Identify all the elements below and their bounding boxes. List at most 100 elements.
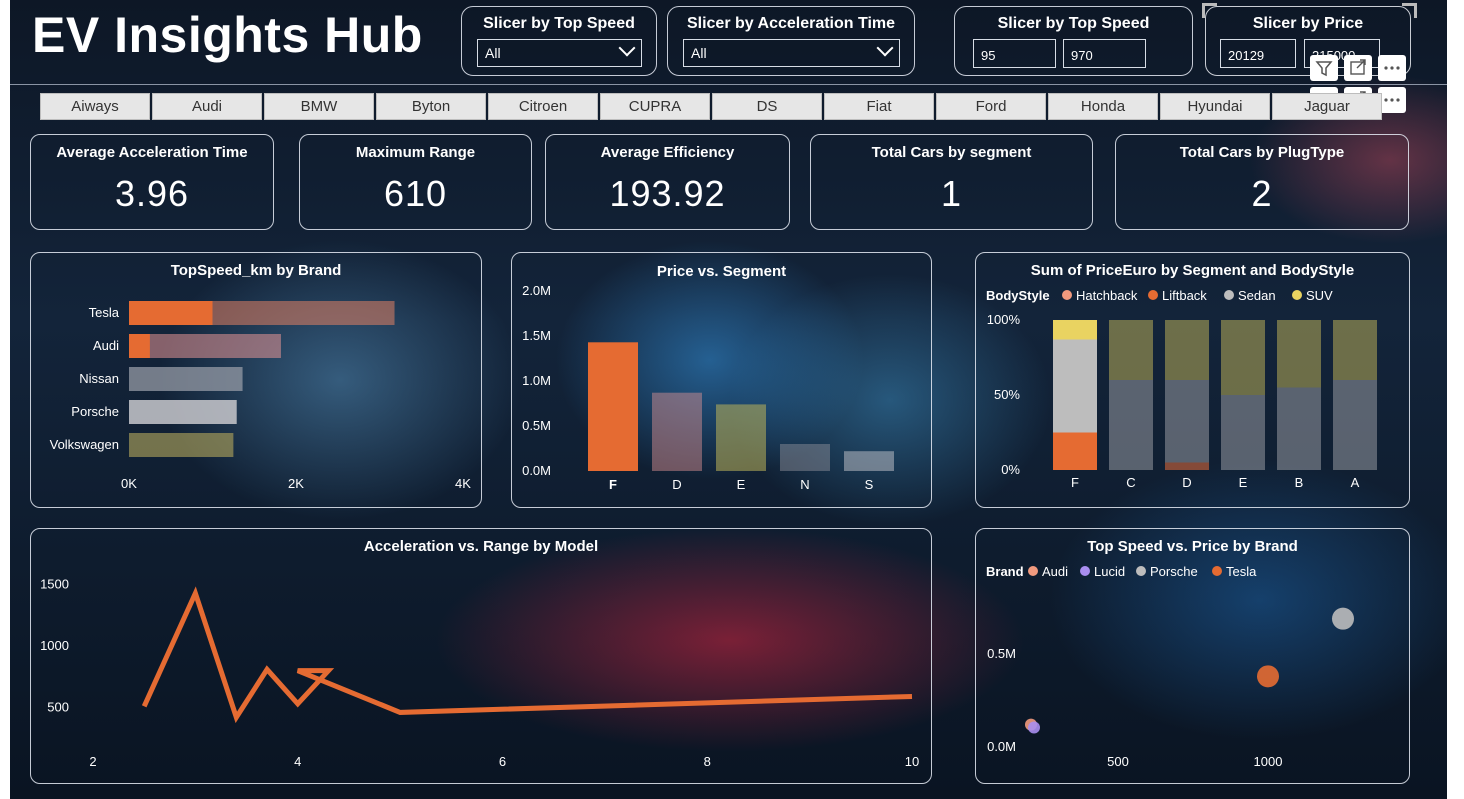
- bar: [129, 367, 243, 391]
- top-speed-min-input[interactable]: 95: [973, 39, 1056, 68]
- legend-marker: [1212, 566, 1222, 576]
- category-label: Nissan: [79, 371, 119, 386]
- slicer-title: Slicer by Top Speed: [997, 15, 1150, 32]
- legend-label: SUV: [1306, 288, 1333, 303]
- bar-segment: [1053, 432, 1097, 470]
- tab-brand[interactable]: Ford: [936, 93, 1046, 120]
- bar: [716, 404, 766, 471]
- tab-brand[interactable]: Byton: [376, 93, 486, 120]
- tab-brand[interactable]: CUPRA: [600, 93, 710, 120]
- tab-brand[interactable]: Citroen: [488, 93, 598, 120]
- bar-segment: [1333, 380, 1377, 470]
- bar: [844, 451, 894, 471]
- x-tick-label: 1000: [1254, 754, 1283, 769]
- legend-label: Hatchback: [1076, 288, 1138, 303]
- legend-marker: [1062, 290, 1072, 300]
- x-tick-label: E: [737, 477, 746, 492]
- tab-brand[interactable]: Hyundai: [1160, 93, 1270, 120]
- slicer-title: Slicer by Acceleration Time: [686, 15, 896, 32]
- chart-svg: 500 1000 1500 2 4 6 8 10: [40, 576, 919, 769]
- bar: [652, 392, 702, 471]
- tab-brand[interactable]: Aiways: [40, 93, 150, 120]
- bar-segment: [1109, 320, 1153, 380]
- top-speed-max-input[interactable]: 970: [1063, 39, 1146, 68]
- chart-svg: 0.0M 0.5M 1.0M 1.5M 2.0M F D E N S: [522, 283, 894, 492]
- dashboard-title: EV Insights Hub: [32, 7, 423, 63]
- selection-handle[interactable]: [1402, 3, 1417, 18]
- bar-segment: [1165, 380, 1209, 463]
- tab-brand[interactable]: Fiat: [824, 93, 934, 120]
- tab-brand[interactable]: BMW: [264, 93, 374, 120]
- bar-segment: [1277, 387, 1321, 470]
- kpi-value: 193.92: [609, 173, 726, 214]
- legend-title: Brand: [986, 564, 1024, 579]
- top-speed-select[interactable]: All: [477, 39, 642, 67]
- x-tick-label: 10: [905, 754, 919, 769]
- category-label: Volkswagen: [50, 437, 119, 452]
- bar: [780, 444, 830, 471]
- acceleration-select[interactable]: All: [683, 39, 900, 67]
- filter-icon[interactable]: [1310, 55, 1338, 81]
- bar-highlight: [129, 334, 150, 358]
- focus-mode-icon[interactable]: [1344, 55, 1372, 81]
- bar-segment: [1053, 339, 1097, 433]
- category-label: Porsche: [71, 404, 119, 419]
- x-tick-label: F: [609, 477, 617, 492]
- x-tick-label: A: [1351, 475, 1360, 490]
- y-tick-label: 0.5M: [987, 646, 1016, 661]
- x-tick-label: 4: [294, 754, 301, 769]
- x-tick-label: 2: [89, 754, 96, 769]
- bar-segment: [1221, 320, 1265, 395]
- kpi-card: Maximum Range 610: [299, 134, 532, 230]
- x-tick-label: C: [1126, 475, 1135, 490]
- selection-handle[interactable]: [1202, 3, 1217, 18]
- chart-svg: BodyStyle Hatchback Liftback Sedan SUV 0% 50% 1…: [986, 288, 1377, 490]
- kpi-value: 2: [1251, 173, 1273, 214]
- y-tick-label: 1500: [40, 576, 69, 591]
- kpi-value: 3.96: [114, 173, 190, 214]
- y-tick-label: 2.0M: [522, 283, 551, 298]
- bar-segment: [1165, 462, 1209, 470]
- y-tick-label: 1.5M: [522, 328, 551, 343]
- kpi-label: Total Cars by PlugType: [1179, 144, 1345, 161]
- x-tick-label: F: [1071, 475, 1079, 490]
- tab-brand[interactable]: Honda: [1048, 93, 1158, 120]
- price-min-input[interactable]: 20129: [1220, 39, 1296, 68]
- category-label: Tesla: [89, 305, 120, 320]
- y-tick-label: 100%: [987, 312, 1021, 327]
- y-tick-label: 500: [47, 699, 69, 714]
- topspeed-vs-price-chart: Top Speed vs. Price by Brand Brand Audi Lu…: [975, 528, 1410, 784]
- kpi-card: Total Cars by segment 1: [810, 134, 1093, 230]
- tab-brand[interactable]: DS: [712, 93, 822, 120]
- legend-marker: [1136, 566, 1146, 576]
- legend-marker: [1028, 566, 1038, 576]
- chart-svg: Tesla Audi Nissan Porsche Volkswagen 0K 2K 4K: [50, 301, 471, 491]
- bar-segment: [1053, 320, 1097, 340]
- bar-segment: [1333, 320, 1377, 380]
- bar-highlight: [129, 301, 213, 325]
- scatter-point: [1028, 721, 1040, 734]
- kpi-value: 610: [383, 173, 448, 214]
- price-vs-segment-chart: Price vs. Segment 0.0M 0.5M 1.0M 1.5M 2.0M F D…: [511, 252, 932, 508]
- legend-marker: [1224, 290, 1234, 300]
- kpi-label: Average Efficiency: [600, 144, 735, 161]
- y-tick-label: 0.0M: [987, 739, 1016, 754]
- brand-tab-strip: Aiways Audi BMW Byton Citroen CUPRA DS F…: [40, 93, 1390, 121]
- x-tick-label: D: [672, 477, 681, 492]
- x-tick-label: D: [1182, 475, 1191, 490]
- tab-brand[interactable]: Audi: [152, 93, 262, 120]
- scatter-point: [1257, 665, 1279, 688]
- series-line: [141, 586, 913, 724]
- kpi-label: Average Acceleration Time: [56, 144, 248, 161]
- kpi-label: Total Cars by segment: [871, 144, 1032, 161]
- legend-label: Liftback: [1162, 288, 1207, 303]
- bar: [129, 334, 281, 358]
- bar: [588, 342, 638, 471]
- header-frame: [10, 84, 1447, 85]
- more-options-icon[interactable]: [1378, 55, 1406, 81]
- slicer-top-speed-dropdown: Slicer by Top Speed All: [461, 6, 657, 76]
- scatter-point: [1332, 607, 1354, 630]
- tab-brand[interactable]: Jaguar: [1272, 93, 1382, 120]
- bar-segment: [1109, 380, 1153, 470]
- x-tick-label: 0K: [121, 476, 137, 491]
